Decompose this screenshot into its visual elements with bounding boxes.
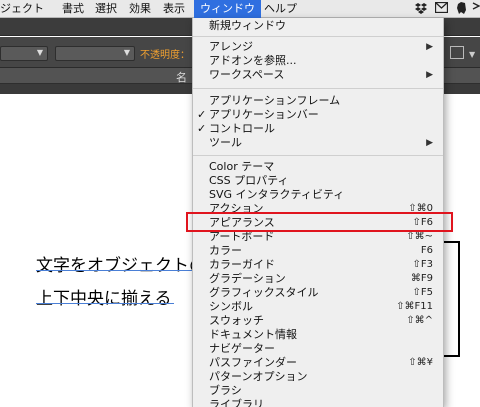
menu-item-application-frame[interactable]: アプリケーションフレーム [193,94,443,108]
control-dropdown-2[interactable]: ▼ [55,46,135,61]
menu-item-navigator[interactable]: ナビゲーター [193,342,443,356]
menu-separator [193,88,443,89]
menu-effect[interactable]: 効果 [129,2,151,16]
menu-item-css-properties[interactable]: CSS プロパティ [193,174,443,188]
bracket-annotation [444,241,460,357]
menu-select[interactable]: 選択 [95,2,117,16]
menu-separator [193,36,443,37]
control-dropdown-1[interactable]: ▼ [0,46,48,61]
menu-item-pattern-options[interactable]: パターンオプション [193,370,443,384]
menu-type[interactable]: 書式 [62,2,84,16]
text-underline [36,303,174,304]
opacity-label[interactable]: 不透明度： [140,46,190,61]
document-tab-label[interactable]: 名 [176,69,187,85]
menu-separator [193,155,443,156]
checkmark-icon: ✓ [197,108,207,121]
menu-item-color-guide[interactable]: カラーガイド ⇧F3 [193,258,443,272]
menu-item-tools[interactable]: ツール ▶ [193,136,443,150]
submenu-arrow-icon: ▶ [426,138,433,148]
menu-item-swatches[interactable]: スウォッチ ⇧⌘^ [193,314,443,328]
menu-window[interactable]: ウィンドウ [194,0,261,18]
menu-item-gradient[interactable]: グラデーション ⌘F9 [193,272,443,286]
submenu-arrow-icon: ▶ [426,42,433,52]
menu-item-brushes[interactable]: ブラシ [193,384,443,398]
menu-item-libraries[interactable]: ライブラリ [193,398,443,407]
evernote-icon[interactable] [456,2,467,18]
menu-item-application-bar[interactable]: ✓ アプリケーションバー [193,108,443,122]
document-text-line-1: 文字をオブジェクトの [36,256,206,276]
menu-item-artboards[interactable]: アートボード ⇧⌘~ [193,230,443,244]
document-text-line-2: 上下中央に揃える [36,289,172,309]
menu-item-svg-interactivity[interactable]: SVG インタラクティビティ [193,188,443,202]
menu-view[interactable]: 表示 [163,2,185,16]
menu-object[interactable]: ジェクト [0,2,44,16]
menu-item-browse-addons[interactable]: アドオンを参照... [193,54,443,68]
checkmark-icon: ✓ [197,122,207,135]
appearance-highlight-box [186,212,453,232]
menu-item-workspace[interactable]: ワークスペース ▶ [193,68,443,82]
menu-item-color[interactable]: カラー F6 [193,244,443,258]
dropbox-icon[interactable] [415,2,427,17]
document-setup-icon[interactable] [450,46,464,59]
submenu-arrow-icon: ▶ [426,70,433,80]
menu-help[interactable]: ヘルプ [264,2,297,16]
mail-icon[interactable] [434,1,449,16]
menu-item-symbols[interactable]: シンボル ⇧⌘F11 [193,300,443,314]
menu-item-new-window[interactable]: 新規ウィンドウ [193,19,443,33]
menubar: ジェクト 書式 選択 効果 表示 ウィンドウ ヘルプ [0,0,480,18]
text-underline [36,270,192,271]
menu-item-arrange[interactable]: アレンジ ▶ [193,40,443,54]
chevron-down-icon[interactable]: ▼ [469,50,475,59]
menu-item-color-themes[interactable]: Color テーマ [193,160,443,174]
sync-icon[interactable] [472,2,480,17]
menu-item-graphic-styles[interactable]: グラフィックスタイル ⇧F5 [193,286,443,300]
menu-item-control[interactable]: ✓ コントロール [193,122,443,136]
menu-item-pathfinder[interactable]: パスファインダー ⇧⌘¥ [193,356,443,370]
menu-item-document-info[interactable]: ドキュメント情報 [193,328,443,342]
